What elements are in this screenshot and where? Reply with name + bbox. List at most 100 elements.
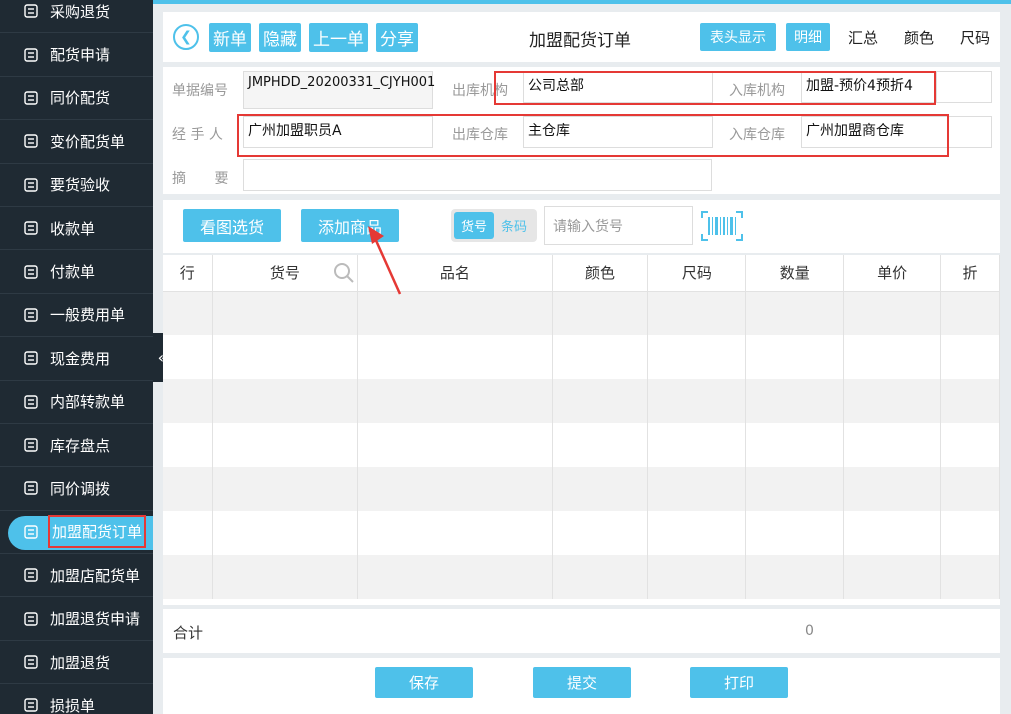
print-button[interactable]: 打印 <box>690 667 788 698</box>
table-cell[interactable] <box>163 335 213 379</box>
table-cell[interactable] <box>843 555 942 599</box>
table-cell[interactable] <box>357 291 553 335</box>
sidebar-item[interactable]: 加盟配货订单 <box>0 511 153 555</box>
sidebar-item[interactable]: 内部转款单 <box>0 381 153 424</box>
tab-color[interactable]: 颜色 <box>904 27 934 48</box>
seg-barcode[interactable]: 条码 <box>494 212 534 239</box>
table-cell[interactable] <box>940 291 1000 335</box>
table-row[interactable] <box>163 379 1000 423</box>
table-cell[interactable] <box>940 555 1000 599</box>
header-show-button[interactable]: 表头显示 <box>699 23 776 51</box>
table-row[interactable] <box>163 291 1000 335</box>
table-row[interactable] <box>163 555 1000 599</box>
table-cell[interactable] <box>647 467 747 511</box>
table-row[interactable] <box>163 423 1000 467</box>
table-cell[interactable] <box>212 379 359 423</box>
sidebar-item[interactable]: 配货申请 <box>0 33 153 77</box>
sidebar-item[interactable]: 加盟店配货单 <box>0 554 153 598</box>
table-cell[interactable] <box>212 335 359 379</box>
table-cell[interactable] <box>843 335 942 379</box>
table-cell[interactable] <box>552 467 649 511</box>
table-cell[interactable] <box>357 379 553 423</box>
table-cell[interactable] <box>940 423 1000 467</box>
search-icon[interactable] <box>333 262 355 284</box>
pick-by-image-button[interactable]: 看图选货 <box>183 209 281 242</box>
prev-doc-button[interactable]: 上一单 <box>309 22 368 52</box>
table-cell[interactable] <box>647 511 747 555</box>
table-cell[interactable] <box>212 423 359 467</box>
sidebar-item[interactable]: 要货验收 <box>0 164 153 207</box>
table-cell[interactable] <box>843 511 942 555</box>
table-cell[interactable] <box>843 291 942 335</box>
save-button[interactable]: 保存 <box>375 667 473 698</box>
table-cell[interactable] <box>552 511 649 555</box>
table-cell[interactable] <box>843 379 942 423</box>
sidebar-item[interactable]: 同价调拨 <box>0 467 153 511</box>
seg-product-code[interactable]: 货号 <box>454 212 494 239</box>
table-cell[interactable] <box>357 467 553 511</box>
table-cell[interactable] <box>745 511 845 555</box>
table-cell[interactable] <box>647 335 747 379</box>
table-cell[interactable] <box>357 511 553 555</box>
sidebar-item[interactable]: 收款单 <box>0 207 153 251</box>
memo-field[interactable] <box>243 159 712 191</box>
table-cell[interactable] <box>212 555 359 599</box>
table-cell[interactable] <box>745 335 845 379</box>
back-button[interactable]: ❮ <box>173 24 199 50</box>
sidebar-item[interactable]: 加盟退货申请 <box>0 597 153 641</box>
share-button[interactable]: 分享 <box>376 22 418 52</box>
tab-summary[interactable]: 汇总 <box>848 27 878 48</box>
table-cell[interactable] <box>940 511 1000 555</box>
table-cell[interactable] <box>163 379 213 423</box>
table-cell[interactable] <box>163 423 213 467</box>
sidebar-item[interactable]: 变价配货单 <box>0 120 153 164</box>
sidebar-item[interactable]: 加盟退货 <box>0 641 153 685</box>
table-cell[interactable] <box>357 423 553 467</box>
table-cell[interactable] <box>552 379 649 423</box>
table-cell[interactable] <box>212 511 359 555</box>
sidebar-item[interactable]: 采购退货 <box>0 0 153 34</box>
table-cell[interactable] <box>552 423 649 467</box>
table-cell[interactable] <box>552 335 649 379</box>
table-cell[interactable] <box>647 555 747 599</box>
table-cell[interactable] <box>745 291 845 335</box>
table-cell[interactable] <box>357 335 553 379</box>
table-cell[interactable] <box>212 291 359 335</box>
submit-button[interactable]: 提交 <box>533 667 631 698</box>
table-cell[interactable] <box>843 423 942 467</box>
table-cell[interactable] <box>552 291 649 335</box>
product-search-input[interactable]: 请输入货号 <box>544 206 693 245</box>
tab-detail[interactable]: 明细 <box>785 23 830 51</box>
table-cell[interactable] <box>163 511 213 555</box>
table-cell[interactable] <box>843 467 942 511</box>
table-cell[interactable] <box>940 335 1000 379</box>
table-cell[interactable] <box>357 555 553 599</box>
sidebar-item[interactable]: 付款单 <box>0 250 153 294</box>
sidebar-item[interactable]: 一般费用单 <box>0 294 153 338</box>
table-cell[interactable] <box>163 467 213 511</box>
table-cell[interactable] <box>647 423 747 467</box>
hide-button[interactable]: 隐藏 <box>259 22 301 52</box>
table-cell[interactable] <box>163 291 213 335</box>
new-doc-button[interactable]: 新单 <box>209 22 251 52</box>
sidebar-item[interactable]: 现金费用 <box>0 337 153 381</box>
table-cell[interactable] <box>647 379 747 423</box>
table-row[interactable] <box>163 335 1000 379</box>
table-cell[interactable] <box>647 291 747 335</box>
barcode-scan-icon[interactable] <box>700 210 744 242</box>
sidebar-item[interactable]: 同价配货 <box>0 77 153 121</box>
table-cell[interactable] <box>212 467 359 511</box>
table-cell[interactable] <box>552 555 649 599</box>
table-row[interactable] <box>163 467 1000 511</box>
table-cell[interactable] <box>745 423 845 467</box>
table-row[interactable] <box>163 511 1000 555</box>
table-cell[interactable] <box>940 379 1000 423</box>
table-cell[interactable] <box>745 467 845 511</box>
table-cell[interactable] <box>163 555 213 599</box>
sidebar-item[interactable]: 库存盘点 <box>0 424 153 468</box>
add-product-button[interactable]: 添加商品 <box>301 209 399 242</box>
table-cell[interactable] <box>745 555 845 599</box>
table-cell[interactable] <box>940 467 1000 511</box>
sidebar-item[interactable]: 损损单 <box>0 684 153 714</box>
table-cell[interactable] <box>745 379 845 423</box>
